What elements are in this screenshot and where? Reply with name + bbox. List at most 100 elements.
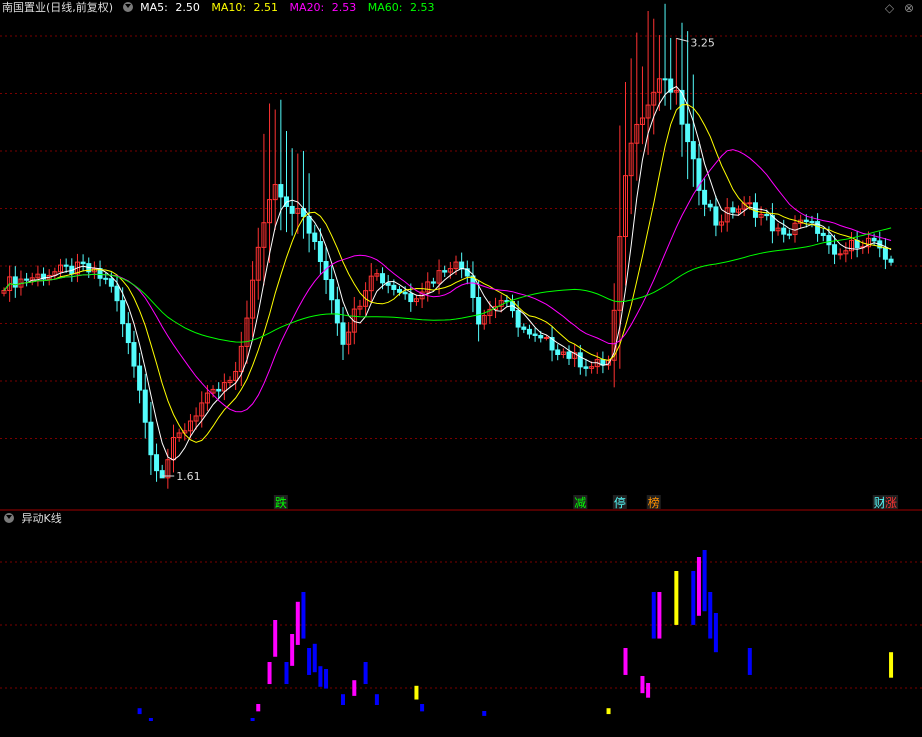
candle-body	[476, 296, 482, 325]
chart-header: 南国置业(日线,前复权) MA5: 2.50 MA10: 2.51 MA20: …	[2, 0, 442, 16]
candle-body	[459, 261, 465, 270]
top-icons: ◇ ⊗	[879, 1, 914, 15]
indicator-bar	[284, 662, 289, 685]
indicator-bar	[137, 708, 142, 715]
candle-body	[815, 221, 821, 234]
candle-body	[515, 310, 521, 328]
candle-body	[402, 291, 408, 295]
indicator-bar	[420, 704, 425, 712]
stock-chart[interactable]: 3.25 1.61 跌 减 停 榜 财涨	[0, 0, 922, 737]
candle-body	[521, 326, 527, 330]
ma5-label: MA5: 2.50	[140, 1, 204, 14]
candle-body	[809, 221, 815, 224]
candle-body	[786, 233, 792, 236]
candle-body	[820, 232, 826, 237]
candle-body	[832, 244, 838, 255]
low-label: 1.61	[176, 470, 201, 483]
candle-body	[142, 389, 148, 423]
ma10-line	[3, 104, 892, 443]
candle-body	[526, 328, 532, 335]
candle-body	[702, 189, 708, 205]
candle-body	[12, 276, 18, 288]
indicator-bar	[623, 648, 628, 675]
candle-body	[131, 342, 137, 367]
candle-body	[747, 202, 753, 205]
ma5-line	[3, 85, 892, 461]
indicator-bar	[250, 718, 255, 721]
ma5-label-text: MA5:	[140, 1, 168, 14]
candle-body	[470, 275, 476, 298]
candle-body	[317, 241, 323, 263]
candle-body	[103, 277, 109, 280]
diamond-icon[interactable]: ◇	[885, 1, 894, 15]
indicator-bar	[307, 648, 312, 675]
candle-body	[803, 219, 809, 223]
indicator-bar	[148, 718, 153, 721]
candle-body	[781, 227, 787, 235]
candle-body	[137, 365, 143, 391]
indicator-header: 异动K线	[2, 511, 62, 527]
candle-body	[24, 278, 30, 281]
indicator-bar	[363, 662, 368, 685]
candle-body	[391, 284, 397, 290]
candle-body	[555, 349, 561, 355]
indicator-bar	[256, 704, 261, 712]
indicator-bar	[651, 592, 656, 639]
event-marker: 榜	[648, 495, 660, 510]
indicator-bar	[290, 634, 295, 666]
indicator-bar	[312, 643, 317, 673]
ma10-label-text: MA10:	[211, 1, 247, 14]
candle-body	[154, 454, 160, 472]
event-marker: 停	[614, 495, 626, 510]
indicator-bar	[646, 683, 651, 698]
candle-body	[566, 351, 572, 359]
candle-body	[577, 352, 583, 368]
candle-body	[442, 270, 448, 273]
ma10-value: 2.51	[253, 1, 279, 14]
ma60-line	[3, 227, 892, 343]
indicator-bar	[674, 571, 679, 625]
candle-body	[397, 288, 402, 293]
event-marker: 财	[874, 496, 886, 510]
candle-body	[707, 203, 713, 208]
indicator-bar	[267, 662, 272, 685]
ma60-label-text: MA60:	[367, 1, 403, 14]
candle-body	[713, 206, 719, 226]
candle-body	[63, 264, 69, 267]
ma20-line	[3, 149, 892, 413]
candle-body	[662, 78, 668, 81]
indicator-bar	[301, 592, 306, 639]
indicator-bar	[640, 676, 645, 694]
candle-body	[306, 215, 312, 234]
indicator-bar	[374, 694, 379, 705]
dropdown-icon[interactable]	[122, 2, 133, 12]
indicator-bar	[889, 652, 894, 678]
indicator-bar	[482, 711, 487, 716]
candle-body	[114, 285, 120, 302]
candle-body	[583, 366, 589, 369]
candle-body	[289, 205, 295, 214]
candle-body	[685, 123, 691, 143]
indicator-bar	[696, 557, 701, 616]
indicator-bar	[708, 592, 713, 639]
stock-title: 南国置业(日线,前复权)	[2, 1, 114, 14]
ma20-value: 2.53	[331, 1, 357, 14]
candle-body	[430, 281, 436, 284]
indicator-bar	[295, 601, 300, 645]
indicator-dropdown-icon[interactable]	[4, 513, 14, 523]
ma60-value: 2.53	[409, 1, 435, 14]
close-icon[interactable]: ⊗	[904, 1, 914, 15]
ma20-label-text: MA20:	[289, 1, 325, 14]
candle-body	[690, 141, 696, 160]
indicator-bar	[702, 550, 707, 612]
candle-body	[216, 388, 222, 392]
indicator-bar	[324, 669, 329, 689]
candle-body	[543, 337, 549, 340]
indicator-bar	[691, 571, 696, 625]
event-marker: 跌	[275, 495, 287, 510]
candle-body	[826, 235, 832, 246]
candle-body	[80, 261, 86, 265]
ma60-label: MA60: 2.53	[368, 1, 439, 14]
ma20-label: MA20: 2.53	[290, 1, 361, 14]
candle-body	[380, 273, 386, 284]
